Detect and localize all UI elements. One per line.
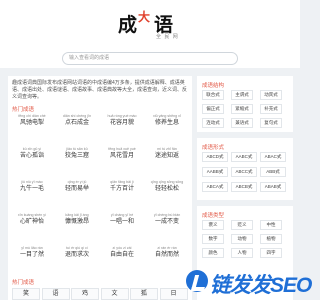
idiom-item[interactable]: fēng huā xuě yuè 风花雪月 — [100, 147, 144, 162]
tag-link[interactable]: 联合式 — [202, 90, 224, 100]
idiom-item[interactable]: jiǎo tù sān kū 狡兔三窟 — [55, 147, 99, 162]
idiom-item[interactable]: diǎn shí chéng jīn 点石成金 — [55, 114, 99, 129]
logo-char-1: 成 — [118, 14, 138, 36]
tag-link[interactable]: 植物 — [260, 234, 282, 244]
tag-link[interactable]: 贬义 — [231, 220, 253, 230]
idiom-item[interactable]: fēng chí diàn chè 风驰电掣 — [10, 114, 54, 129]
char-link[interactable]: 鸡 — [71, 288, 99, 300]
tag-link[interactable]: ABCD式 — [202, 152, 228, 162]
idiom-item[interactable]: yī chàng yī hè 一唱一和 — [100, 213, 144, 228]
idiom-item[interactable]: huā róng yuè mào 花容月貌 — [100, 114, 144, 129]
idiom-item[interactable]: yī chéng bù biàn 一成不变 — [145, 213, 189, 228]
idiom-word: 一唱一和 — [109, 219, 134, 225]
tag-link[interactable]: 动物 — [231, 234, 253, 244]
tag-link[interactable]: 四字 — [260, 248, 282, 258]
idiom-item[interactable]: tuì ér qiú qí cì 退而求次 — [55, 246, 99, 261]
tag-link[interactable]: 动宾式 — [260, 90, 282, 100]
idiom-word: 风驰电掣 — [19, 120, 44, 126]
idiom-word: 自由自在 — [109, 252, 134, 258]
tag-link[interactable]: 连动式 — [202, 118, 224, 128]
idiom-item[interactable]: qīng qīng sōng sōng 轻轻松松 — [145, 180, 189, 195]
idiom-item[interactable]: zì yóu zì zài 自由自在 — [100, 246, 144, 261]
idiom-word: 一目了然 — [19, 252, 44, 258]
tag-link[interactable]: ABAB式 — [260, 182, 286, 192]
idiom-word: 慷慨激昂 — [64, 219, 89, 225]
idiom-word: 自然而然 — [154, 252, 179, 258]
char-link[interactable]: 语 — [41, 288, 70, 300]
logo-char-2: 大 — [138, 10, 151, 24]
pattern-panel: 成语形式 ABCD式 AABC式 ABAC式 AABB式 ABCC式 ABB式 ABCA式 A… — [197, 138, 293, 200]
tag-link[interactable]: 人物 — [231, 248, 253, 258]
tag-link[interactable]: 复句式 — [260, 118, 282, 128]
idiom-word: 轻而易举 — [64, 186, 89, 192]
site-intro: 趣成语词典国际发布成语网站词语的中成语编4万多条，提供成语解释、成语英语、成语出… — [12, 80, 188, 100]
idiom-word: 九牛一毛 — [19, 186, 44, 192]
watermark-text: 链发发SEO — [210, 274, 312, 297]
idiom-word: 修养生息 — [154, 120, 179, 126]
idiom-item[interactable]: jiǔ niú yī máo 九牛一毛 — [10, 180, 54, 195]
structure-title: 成语结构 — [202, 83, 225, 89]
idiom-item[interactable]: xīn kuàng shén yí 心旷神怡 — [10, 213, 54, 228]
main-content: 趣成语词典国际发布成语网站词语的中成语编4万多条，提供成语解释、成语英语、成语出… — [8, 76, 192, 300]
idiom-word: 苦心孤诣 — [19, 153, 44, 159]
idiom-word: 退而求次 — [64, 252, 89, 258]
type-title: 成语类型 — [202, 213, 225, 219]
pattern-title: 成语形式 — [202, 145, 225, 151]
hot-idioms-title: 热门成语 — [12, 107, 35, 113]
idiom-word: 心旷神怡 — [19, 219, 44, 225]
idiom-item[interactable]: xiū yǎng shēng xī 修养生息 — [145, 114, 189, 129]
tag-link[interactable]: ABB式 — [260, 167, 286, 177]
tag-link[interactable]: 紧缩式 — [231, 104, 253, 114]
tag-link[interactable]: 补充式 — [260, 104, 282, 114]
tag-link[interactable]: ABAC式 — [260, 152, 286, 162]
idiom-word: 风花雪月 — [109, 153, 134, 159]
idiom-word: 千方百计 — [109, 186, 134, 192]
idiom-word: 花容月貌 — [109, 120, 134, 126]
char-link[interactable]: 狐 — [130, 288, 158, 300]
idiom-item[interactable]: zì rán ér rán 自然而然 — [145, 246, 189, 261]
idiom-item[interactable]: qīng ér yì jǔ 轻而易举 — [55, 180, 99, 195]
search-input[interactable]: 输入查看词的成语 — [62, 52, 238, 65]
tag-link[interactable]: AABB式 — [202, 167, 228, 177]
structure-panel: 成语结构 联合式 主谓式 动宾式偏正式 紧缩式 补充式连动式 兼语式 复句式 — [197, 76, 293, 132]
hot-chars-title: 热门成语 — [12, 280, 35, 286]
tag-link[interactable]: 数字 — [202, 234, 224, 244]
tag-link[interactable]: 偏正式 — [202, 104, 224, 114]
tag-link[interactable]: ABCC式 — [231, 167, 257, 177]
idiom-item[interactable]: qiān fāng bǎi jì 千方百计 — [100, 180, 144, 195]
tag-link[interactable]: 主谓式 — [231, 90, 253, 100]
tag-link[interactable]: 中性 — [260, 220, 282, 230]
tag-link[interactable]: 褒义 — [202, 220, 224, 230]
char-link[interactable]: 笑 — [12, 288, 40, 300]
tag-link[interactable]: AABC式 — [231, 152, 257, 162]
idiom-word: 狡兔三窟 — [64, 153, 89, 159]
tag-link[interactable]: 颜色 — [202, 248, 224, 258]
char-link[interactable]: 文 — [100, 288, 129, 300]
logo-subtitle: 全 民 网 — [156, 34, 179, 40]
tag-link[interactable]: 兼语式 — [231, 118, 253, 128]
watermark: 链发发SEO — [186, 264, 312, 298]
idiom-word: 迷途知返 — [154, 153, 179, 159]
char-link[interactable]: 日 — [159, 288, 188, 300]
idiom-item[interactable]: mí tú zhī fǎn 迷途知返 — [145, 147, 189, 162]
site-header: 成 大 语 全 民 网 输入查看词的成语 — [0, 0, 300, 68]
site-logo[interactable]: 成 大 语 全 民 网 — [116, 8, 188, 40]
tag-link[interactable]: ABCB式 — [231, 182, 257, 192]
idiom-item[interactable]: kāng kǎi jī áng 慷慨激昂 — [55, 213, 99, 228]
idiom-item[interactable]: kǔ xīn gū yì 苦心孤诣 — [10, 147, 54, 162]
tag-link[interactable]: ABCA式 — [202, 182, 228, 192]
idiom-word: 轻轻松松 — [154, 186, 179, 192]
idiom-item[interactable]: yī mù liǎo rán 一目了然 — [10, 246, 54, 261]
idiom-word: 点石成金 — [64, 120, 89, 126]
idiom-word: 一成不变 — [154, 219, 179, 225]
watermark-logo-icon — [186, 270, 208, 292]
